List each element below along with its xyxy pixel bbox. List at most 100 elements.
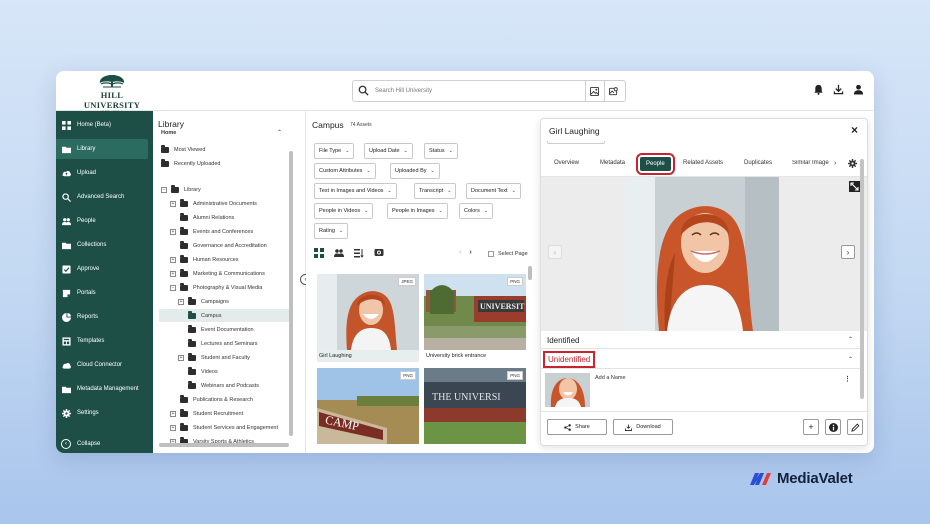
sort-icon[interactable]	[354, 248, 364, 258]
preview-image[interactable]	[625, 177, 779, 331]
asset-card-university-sign[interactable]: THE UNIVERSI PNG	[424, 368, 526, 444]
image-search-button[interactable]	[585, 81, 603, 101]
bell-icon[interactable]	[813, 84, 824, 95]
tree-item-alumni-relations[interactable]: Alumni Relations	[180, 211, 234, 224]
expand-toggle[interactable]: −	[170, 284, 176, 291]
fullscreen-icon[interactable]	[849, 181, 860, 192]
detail-scrollbar[interactable]	[860, 159, 864, 399]
tab-metadata[interactable]: Metadata	[600, 160, 625, 166]
tabs-next-icon[interactable]: ›	[834, 160, 836, 167]
next-page-icon[interactable]: ›	[469, 249, 471, 256]
checkbox[interactable]	[488, 251, 494, 257]
search-input[interactable]: Search Hill University	[375, 88, 432, 94]
asset-thumbnail[interactable]: THE UNIVERSI PNG	[424, 368, 526, 444]
unidentified-section[interactable]: Unidentified ⌃	[541, 351, 861, 369]
filter-transcript[interactable]: Transcript ⌄	[414, 183, 457, 199]
next-image-button[interactable]: ›	[841, 245, 855, 259]
asset-card-girl-laughing[interactable]: JPEG Girl Laughing	[317, 274, 419, 362]
add-name-field[interactable]: Add a Name	[595, 375, 626, 381]
expand-toggle[interactable]: +	[170, 256, 176, 263]
people-view-icon[interactable]	[334, 248, 344, 258]
quick-link-most-viewed[interactable]: Most Viewed	[161, 143, 205, 156]
university-logo[interactable]: HILL UNIVERSITY EST. 1864	[72, 74, 152, 114]
download-button[interactable]: Download	[613, 419, 673, 435]
tab-people[interactable]: People	[635, 153, 676, 175]
assets-scrollbar[interactable]	[528, 266, 532, 280]
identified-section[interactable]: Identified ⌃	[541, 331, 861, 349]
tab-overview[interactable]: Overview	[554, 160, 579, 166]
sidebar-item-approve[interactable]: Approve	[56, 259, 153, 279]
add-icon[interactable]: +	[803, 419, 819, 435]
chevron-up-icon[interactable]: ⌃	[848, 336, 853, 343]
previous-image-button[interactable]: ‹	[548, 245, 562, 259]
filter-colors[interactable]: Colors ⌄	[459, 203, 494, 219]
asset-thumbnail[interactable]: JPEG	[317, 274, 419, 350]
visual-search-button[interactable]	[604, 81, 622, 101]
quick-link-recently-uploaded[interactable]: Recently Uploaded	[161, 157, 220, 170]
tree-item-event-documentation[interactable]: Event Documentation	[188, 323, 254, 336]
info-button[interactable]	[825, 419, 841, 435]
asset-thumbnail[interactable]: CAMP PNG	[317, 368, 419, 444]
share-button[interactable]: Share	[547, 419, 607, 435]
sidebar-item-cloud-connector[interactable]: Cloud Connector	[56, 355, 153, 375]
asset-thumbnail[interactable]: UNIVERSIT PNG	[424, 274, 526, 350]
tree-item-student-recruitment[interactable]: + Student Recruitment	[170, 407, 243, 420]
filter-upload-date[interactable]: Upload Date ⌄	[364, 143, 413, 159]
edit-button[interactable]	[847, 419, 863, 435]
sidebar-item-templates[interactable]: Templates	[56, 331, 153, 351]
filter-status[interactable]: Status ⌄	[424, 143, 458, 159]
tree-item-lectures[interactable]: Lectures and Seminars	[188, 337, 258, 350]
tab-duplicates[interactable]: Duplicates	[744, 160, 772, 166]
tree-item-events-and-conferences[interactable]: + Events and Conferences	[170, 225, 253, 238]
search-bar[interactable]: Search Hill University	[352, 80, 626, 102]
face-thumbnail[interactable]	[545, 373, 590, 407]
more-options-icon[interactable]: ⋮	[844, 375, 851, 383]
tree-item-campaigns[interactable]: + Campaigns	[178, 295, 229, 308]
tree-item-marketing[interactable]: + Marketing & Communications	[170, 267, 265, 280]
collapse-sidebar-button[interactable]: ‹ Collapse	[61, 439, 100, 449]
sidebar-item-collections[interactable]: Collections	[56, 235, 153, 255]
filter-people-in-videos[interactable]: People in Videos ⌄	[314, 203, 374, 219]
library-scrollbar[interactable]	[289, 151, 293, 436]
library-horizontal-scrollbar[interactable]	[159, 443, 289, 447]
tree-item-governance[interactable]: Governance and Accreditation	[180, 239, 267, 252]
filter-custom-attributes[interactable]: Custom Attributes ⌄	[314, 163, 376, 179]
sidebar-item-advanced-search[interactable]: Advanced Search	[56, 187, 153, 207]
tree-item-publications[interactable]: Publications & Research	[180, 393, 253, 406]
tree-item-student-services[interactable]: + Student Services and Engagement	[170, 421, 288, 434]
sidebar-item-people[interactable]: People	[56, 211, 153, 231]
close-icon[interactable]: ×	[851, 123, 858, 137]
tree-item-photography[interactable]: − Photography & Visual Media	[170, 281, 262, 294]
tree-item-webinars[interactable]: Webinars and Podcasts	[188, 379, 259, 392]
sidebar-item-upload[interactable]: Upload	[56, 163, 153, 183]
tree-item-videos[interactable]: Videos	[188, 365, 218, 378]
filter-file-type[interactable]: File Type ⌄	[314, 143, 355, 159]
slideshow-icon[interactable]	[374, 248, 384, 258]
filter-rating[interactable]: Rating ⌄	[314, 223, 349, 239]
expand-toggle[interactable]: +	[170, 228, 176, 235]
chevron-up-icon[interactable]: ⌃	[848, 356, 853, 363]
tree-item-administrative-documents[interactable]: + Administrative Documents	[170, 197, 257, 210]
sidebar-item-library[interactable]: Library	[56, 139, 148, 159]
sidebar-item-metadata-management[interactable]: Metadata Management	[56, 379, 153, 399]
gear-icon[interactable]	[848, 159, 857, 168]
filter-document-text[interactable]: Document Text ⌄	[466, 183, 521, 199]
asset-card-campus-sign[interactable]: CAMP PNG	[317, 368, 419, 444]
previous-page-icon[interactable]: ‹	[459, 249, 461, 256]
tree-item-student-faculty[interactable]: + Student and Faculty	[178, 351, 250, 364]
grid-view-icon[interactable]	[314, 248, 324, 258]
tree-item-campus[interactable]: Campus	[159, 309, 289, 322]
sidebar-item-portals[interactable]: Portals	[56, 283, 153, 303]
expand-toggle[interactable]: +	[170, 410, 176, 417]
tree-item-library[interactable]: − Library	[161, 183, 201, 196]
expand-toggle[interactable]: +	[170, 270, 176, 277]
expand-toggle[interactable]: +	[170, 424, 176, 431]
filter-people-in-images[interactable]: People in Images ⌄	[387, 203, 448, 219]
select-page-checkbox[interactable]: Select Page	[488, 251, 528, 257]
expand-toggle[interactable]: +	[170, 200, 176, 207]
sidebar-item-reports[interactable]: Reports	[56, 307, 153, 327]
tree-item-human-resources[interactable]: + Human Resources	[170, 253, 239, 266]
expand-toggle[interactable]: +	[178, 298, 184, 305]
user-account-icon[interactable]	[853, 84, 864, 95]
tab-related-assets[interactable]: Related Assets	[683, 160, 723, 166]
